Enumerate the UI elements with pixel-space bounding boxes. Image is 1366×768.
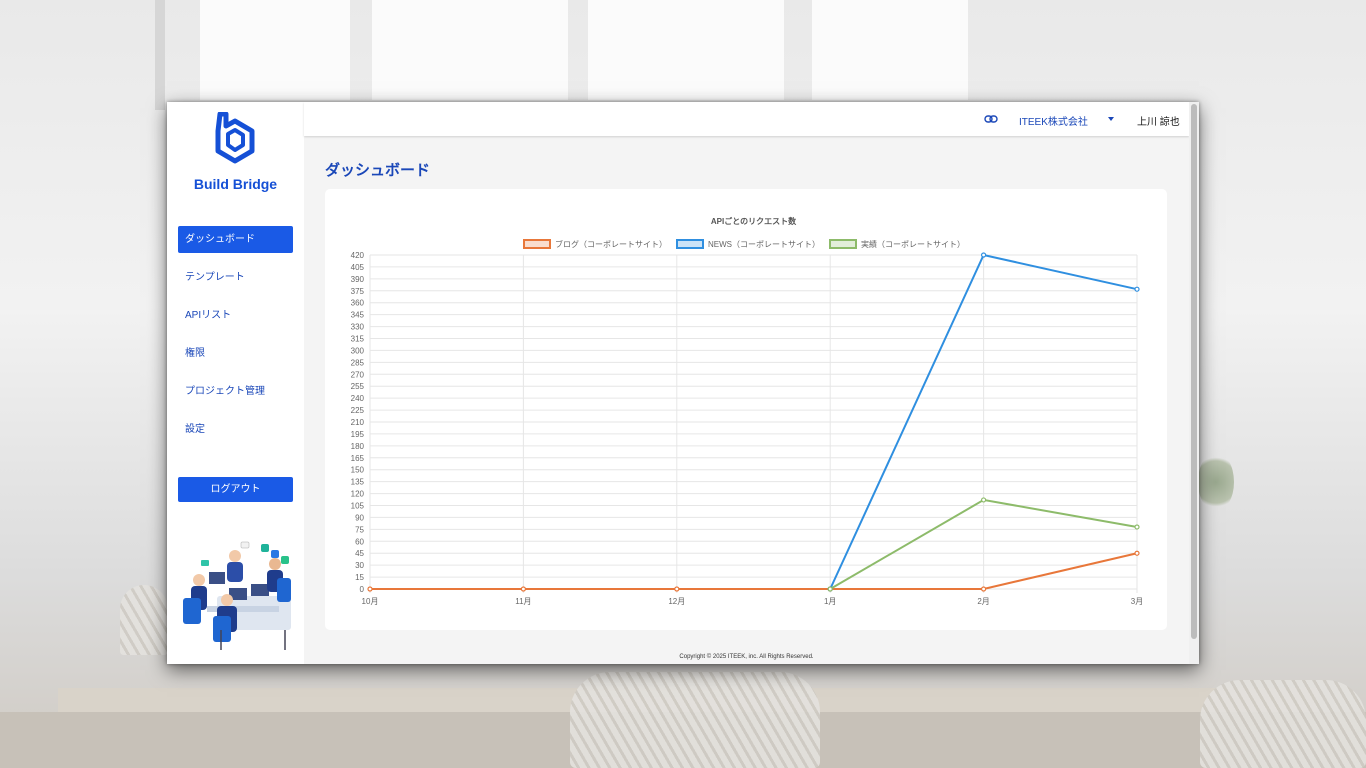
y-tick-label: 180 — [351, 442, 365, 451]
sidebar-item-dashboard[interactable]: ダッシュボード — [178, 226, 293, 253]
data-point — [980, 252, 987, 258]
chart-title: APIごとのリクエスト数 — [711, 216, 797, 226]
y-tick-label: 360 — [351, 299, 365, 308]
background-plant — [1198, 452, 1234, 512]
y-tick-label: 420 — [351, 251, 365, 260]
team-working-illustration — [183, 541, 291, 650]
y-tick-label: 0 — [360, 585, 365, 594]
background-window — [200, 0, 350, 100]
y-tick-label: 195 — [351, 430, 365, 439]
y-tick-label: 15 — [355, 573, 364, 582]
y-tick-label: 30 — [355, 561, 364, 570]
legend-label: NEWS（コーポレートサイト） — [708, 240, 820, 249]
background-chair — [1200, 680, 1366, 768]
legend-label: 実績（コーポレートサイト） — [861, 239, 965, 249]
top-bar: ITEEK株式会社 上川 諒也 — [304, 102, 1189, 136]
y-tick-label: 345 — [351, 311, 365, 320]
y-tick-label: 240 — [351, 394, 365, 403]
link-icon[interactable] — [984, 112, 998, 126]
data-point — [520, 586, 526, 592]
build-bridge-logo-icon — [215, 112, 255, 164]
data-point — [827, 586, 833, 592]
x-tick-label: 11月 — [515, 597, 531, 606]
y-tick-label: 120 — [351, 490, 365, 499]
company-name[interactable]: ITEEK株式会社 — [1019, 113, 1088, 128]
x-tick-label: 1月 — [824, 597, 836, 606]
y-tick-label: 60 — [355, 537, 364, 546]
data-point — [980, 497, 987, 503]
copyright-footer: Copyright © 2025 ITEEK, inc. All Rights … — [679, 654, 814, 660]
user-name: 上川 諒也 — [1137, 117, 1180, 128]
page-title: ダッシュボード — [325, 162, 431, 179]
chart-card: APIごとのリクエスト数ブログ（コーポレートサイト） NEWS（コーポレートサイト… — [325, 189, 1167, 630]
y-tick-label: 105 — [351, 502, 365, 511]
background-window — [812, 0, 968, 100]
y-tick-label: 45 — [355, 549, 364, 558]
y-tick-label: 315 — [351, 335, 365, 344]
sidebar-item-permissions[interactable]: 権限 — [178, 340, 293, 367]
series-line — [370, 552, 1138, 590]
requests-line-chart: APIごとのリクエスト数ブログ（コーポレートサイト） NEWS（コーポレートサイト… — [351, 216, 1144, 606]
legend-swatch — [829, 239, 857, 249]
data-point — [674, 586, 680, 592]
y-tick-label: 75 — [355, 525, 364, 534]
x-tick-label: 3月 — [1131, 597, 1143, 606]
data-point — [1134, 286, 1140, 292]
chevron-down-icon[interactable] — [1108, 117, 1114, 121]
x-tick-label: 2月 — [977, 597, 989, 606]
sidebar: Build Bridge ダッシュボード テンプレート APIリスト 権限 プロ… — [167, 102, 304, 664]
sidebar-item-settings[interactable]: 設定 — [178, 416, 293, 443]
y-tick-label: 285 — [351, 358, 365, 367]
sidebar-item-api-list[interactable]: APIリスト — [178, 302, 293, 329]
background-window — [588, 0, 784, 100]
y-tick-label: 375 — [351, 287, 365, 296]
y-tick-label: 225 — [351, 406, 365, 415]
y-tick-label: 210 — [351, 418, 365, 427]
legend-swatch — [523, 239, 551, 249]
sidebar-item-templates[interactable]: テンプレート — [178, 264, 293, 291]
app-window: Build Bridge ダッシュボード テンプレート APIリスト 権限 プロ… — [167, 102, 1199, 664]
x-tick-label: 12月 — [668, 597, 685, 606]
y-tick-label: 390 — [351, 275, 365, 284]
y-tick-label: 405 — [351, 263, 365, 272]
y-tick-label: 165 — [351, 454, 365, 463]
data-point — [367, 586, 373, 592]
y-tick-label: 150 — [351, 466, 365, 475]
scrollbar[interactable] — [1189, 102, 1199, 664]
y-tick-label: 330 — [351, 323, 365, 332]
logout-button[interactable]: ログアウト — [178, 477, 293, 502]
legend-label: ブログ（コーポレートサイト） — [555, 239, 667, 249]
y-tick-label: 270 — [351, 370, 365, 379]
background-window-frame — [155, 0, 165, 110]
y-tick-label: 300 — [351, 346, 365, 355]
x-tick-label: 10月 — [362, 597, 379, 606]
data-point — [980, 586, 987, 592]
legend-swatch — [676, 239, 704, 249]
scrollbar-thumb[interactable] — [1191, 104, 1197, 639]
sidebar-item-project-management[interactable]: プロジェクト管理 — [178, 378, 293, 405]
background-chair — [570, 672, 820, 768]
y-tick-label: 90 — [355, 513, 364, 522]
data-point — [1134, 550, 1140, 556]
y-tick-label: 255 — [351, 382, 365, 391]
y-tick-label: 135 — [351, 478, 365, 487]
data-point — [1134, 524, 1140, 530]
brand-name: Build Bridge — [193, 176, 278, 192]
background-window — [372, 0, 568, 100]
background-chair — [120, 585, 168, 655]
